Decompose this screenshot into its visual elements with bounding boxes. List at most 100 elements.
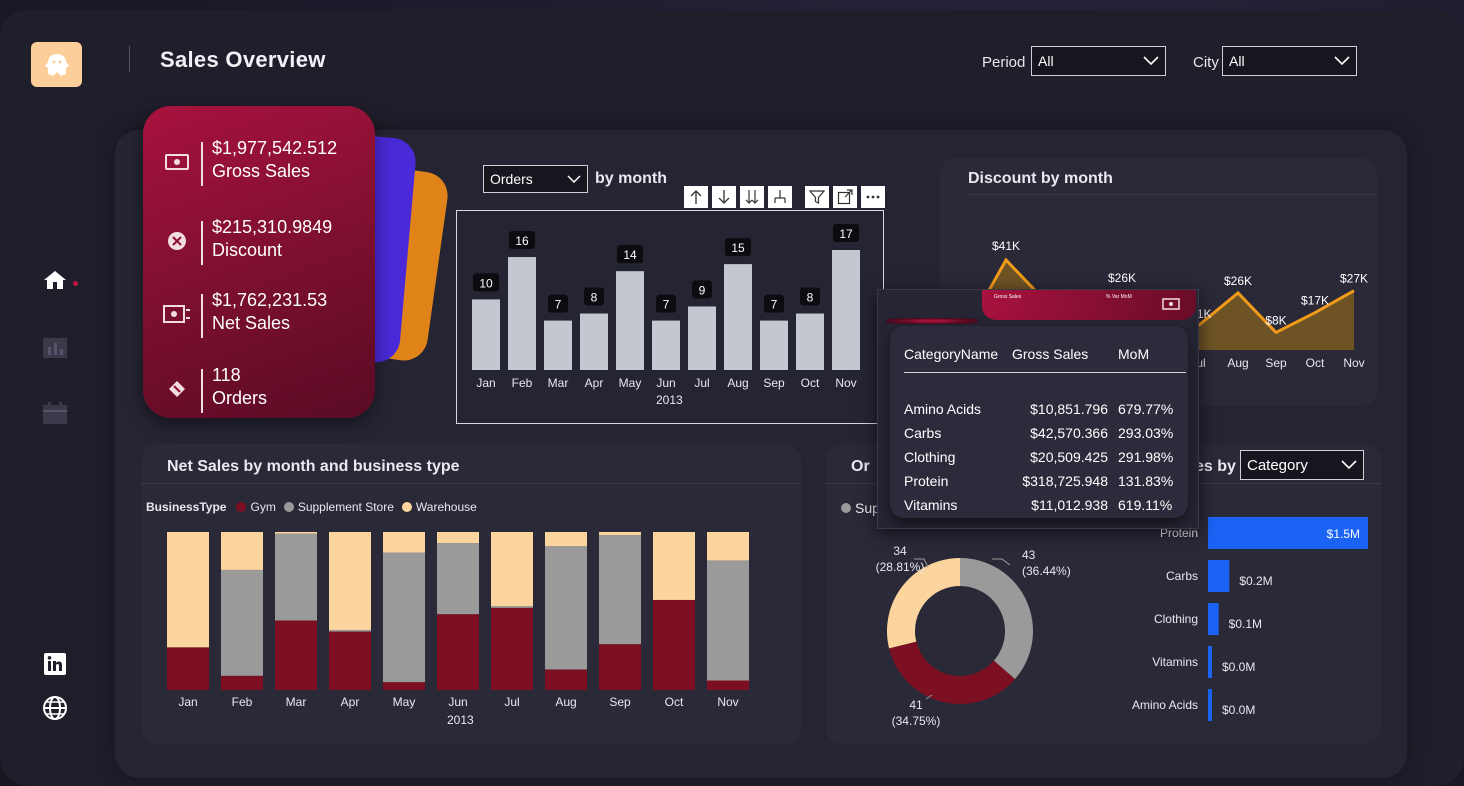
data-label: $26K: [1108, 271, 1136, 285]
drill-down-icon[interactable]: [712, 186, 736, 208]
tick-label: Oct: [801, 376, 820, 390]
tick-label: Jun: [656, 376, 675, 390]
measure-dropdown[interactable]: Orders: [483, 165, 588, 193]
city-dropdown[interactable]: All: [1222, 46, 1357, 76]
kpi-net-sales: $1,762,231.53 Net Sales: [143, 290, 375, 340]
legend-swatch-warehouse: [401, 502, 412, 512]
tt-cell: $42,570.366: [1030, 424, 1108, 441]
legend-swatch-supplement: [283, 502, 294, 512]
bar-segment: [221, 532, 263, 570]
orders-donut-chart[interactable]: 43 (36.44%) 41 (34.75%) 34 (28.81%): [850, 535, 1090, 735]
expand-hierarchy-icon[interactable]: [768, 186, 792, 208]
bar: [1208, 646, 1212, 678]
period-dropdown[interactable]: All: [1031, 46, 1166, 76]
tick-label: Amino Acids: [1132, 698, 1198, 712]
tt-cell: Clothing: [904, 448, 956, 465]
filter-icon[interactable]: [805, 186, 829, 208]
gorilla-logo-icon[interactable]: [31, 42, 82, 87]
bar: [544, 320, 572, 370]
bar-segment: [329, 629, 371, 632]
tt-cell: 293.03%: [1118, 424, 1174, 441]
bar-segment: [437, 532, 479, 544]
kpi-divider: [201, 221, 203, 265]
category-dropdown-value: Category: [1247, 456, 1308, 474]
tt-cell: Protein: [904, 472, 949, 489]
kpi-divider: [201, 369, 203, 413]
netsales-legend: BusinessType Gym Supplement Store Wareho…: [146, 500, 477, 514]
tt-cell: $10,851.796: [1030, 400, 1108, 417]
table-row: Vitamins $11,012.938 619.11%: [904, 493, 1186, 517]
data-label: 17: [839, 227, 853, 241]
money-icon: [163, 150, 191, 174]
focus-mode-icon[interactable]: [833, 186, 857, 208]
data-label: $41K: [992, 239, 1020, 253]
kpi-label: Orders: [212, 388, 268, 408]
kpi-orders: 118 Orders: [143, 365, 375, 415]
bar-segment: [275, 620, 317, 690]
data-label: $27K: [1340, 272, 1368, 286]
bar: [472, 299, 500, 370]
tt-col-header: Gross Sales: [1012, 346, 1108, 373]
tick-label: May: [619, 376, 642, 390]
bar-segment: [167, 532, 209, 648]
tooltip-mini-card: Gross Sales % Var MoM: [982, 290, 1196, 320]
kpi-value: $1,762,231.53: [212, 290, 328, 310]
drill-up-icon[interactable]: [684, 186, 708, 208]
kpi-value: $1,977,542.512: [212, 138, 338, 158]
bar: [796, 313, 824, 370]
tt-col-header: MoM: [1108, 346, 1186, 373]
ticket-icon: [163, 377, 191, 401]
bar-segment: [491, 606, 533, 608]
bar-segment: [599, 535, 641, 645]
netsales-stacked-chart[interactable]: Jan Feb Mar Apr May Jun Jul Aug Sep Oct Nov: [141, 525, 801, 725]
calendar-icon[interactable]: [40, 398, 70, 428]
tick-label: Feb: [512, 376, 533, 390]
data-label: 8: [807, 291, 814, 305]
tick-label: Mar: [286, 695, 307, 709]
data-label: 34: [893, 544, 907, 558]
globe-icon[interactable]: [40, 693, 70, 723]
bar-segment: [707, 560, 749, 681]
tick-label: Sep: [1265, 356, 1287, 370]
tt-cell: 619.11%: [1118, 496, 1173, 513]
bar-segment: [707, 532, 749, 561]
bar-segment: [383, 682, 425, 690]
more-options-icon[interactable]: [861, 186, 885, 208]
next-level-icon[interactable]: [740, 186, 764, 208]
orders-by-month-chart[interactable]: 10 Jan 16 Feb 7 Mar 8 Apr 14 May 7 Jun 9 Jul 15 Aug 7 Sep…: [456, 210, 884, 424]
legend-item-warehouse[interactable]: Warehouse: [416, 500, 477, 514]
bar-segment: [221, 569, 263, 676]
tick-label: Aug: [1227, 356, 1248, 370]
home-icon[interactable]: [40, 265, 70, 295]
data-label-pct: (34.75%): [892, 714, 941, 728]
bar-segment: [491, 532, 533, 607]
legend-item-gym[interactable]: Gym: [250, 500, 275, 514]
category-bar-chart[interactable]: Protein $1.5MCarbs $0.2MClothing $0.1MVitam…: [1110, 505, 1380, 735]
data-label: $17K: [1301, 294, 1329, 308]
category-dropdown[interactable]: Category: [1240, 450, 1364, 480]
bar: [760, 320, 788, 370]
legend-item-supplement-store[interactable]: Supplement Store: [298, 500, 394, 514]
tick-label: Carbs: [1166, 569, 1198, 583]
legend-swatch: [841, 503, 851, 513]
tick-label: Jan: [178, 695, 197, 709]
bar-segment: [221, 675, 263, 690]
tick-label: Apr: [585, 376, 604, 390]
orders-title: by month: [595, 170, 667, 187]
tt-col-header: CategoryName: [904, 346, 1012, 373]
tt-cell: $11,012.938: [1031, 496, 1108, 513]
tick-label: Oct: [1306, 356, 1325, 370]
kpi-label: Net Sales: [212, 313, 291, 333]
report-icon[interactable]: [40, 333, 70, 363]
tick-label: Aug: [727, 376, 748, 390]
bar-segment: [653, 532, 695, 600]
bar: [1208, 603, 1219, 635]
table-row: Protein $318,725.948 131.83%: [904, 469, 1186, 493]
linkedin-icon[interactable]: [40, 649, 70, 679]
kpi-gross-sales: $1,977,542.512 Gross Sales: [143, 138, 375, 188]
bar-segment: [491, 607, 533, 690]
tt-cell: $20,509.425: [1030, 448, 1108, 465]
kpi-value: 118: [212, 365, 241, 385]
data-label: $26K: [1224, 274, 1252, 288]
bar: [508, 257, 536, 370]
